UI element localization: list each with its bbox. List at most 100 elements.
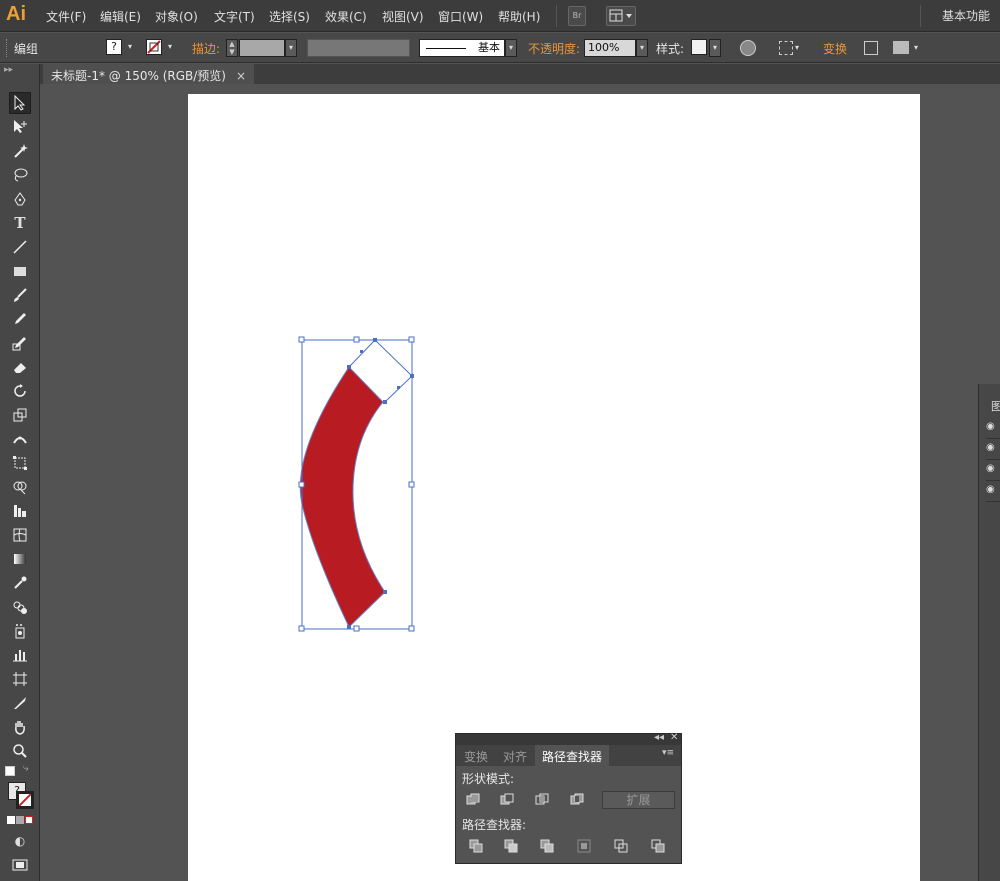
graphic-style-swatch[interactable]: [691, 39, 707, 55]
width-tool-icon[interactable]: [9, 428, 31, 450]
expand-button[interactable]: 扩展: [602, 791, 675, 809]
minus-front-icon[interactable]: [499, 792, 519, 810]
close-tab-icon[interactable]: ×: [236, 69, 246, 83]
merge-icon[interactable]: [539, 838, 559, 856]
stroke-weight-input[interactable]: [239, 39, 285, 57]
transform-label[interactable]: 变换: [823, 40, 847, 57]
stroke-weight-dropdown[interactable]: ▾: [285, 39, 297, 57]
menu-edit[interactable]: 编辑(E): [100, 8, 141, 25]
intersect-icon[interactable]: [534, 792, 554, 810]
visibility-eye-icon[interactable]: ◉: [986, 484, 1000, 502]
menu-object[interactable]: 对象(O): [155, 8, 198, 25]
unite-icon[interactable]: [465, 792, 485, 810]
color-mode-icon[interactable]: [7, 816, 15, 824]
divide-icon[interactable]: [468, 838, 488, 856]
paintbrush-tool-icon[interactable]: [9, 284, 31, 306]
workspace-switcher[interactable]: 基本功能: [942, 7, 990, 24]
panel-options-icon[interactable]: [893, 41, 909, 54]
direct-selection-tool-icon[interactable]: [9, 116, 31, 138]
menu-type[interactable]: 文字(T): [214, 8, 255, 25]
perspective-grid-tool-icon[interactable]: [9, 500, 31, 522]
blend-tool-icon[interactable]: [9, 596, 31, 618]
fill-dropdown-icon[interactable]: ▾: [124, 39, 136, 57]
draw-mode-icon[interactable]: ◐: [9, 830, 31, 852]
hand-tool-icon[interactable]: [9, 716, 31, 738]
minus-back-icon[interactable]: [650, 838, 670, 856]
exclude-icon[interactable]: [569, 792, 589, 810]
close-panel-icon[interactable]: ✕: [670, 732, 678, 743]
app-logo: Ai: [6, 3, 26, 25]
rotate-tool-icon[interactable]: [9, 380, 31, 402]
menu-effect[interactable]: 效果(C): [325, 8, 367, 25]
type-tool-icon[interactable]: T: [9, 212, 31, 234]
graphic-style-dropdown[interactable]: ▾: [709, 39, 721, 57]
menu-view[interactable]: 视图(V): [382, 8, 424, 25]
symbol-sprayer-tool-icon[interactable]: [9, 620, 31, 642]
visibility-eye-icon[interactable]: ◉: [986, 421, 1000, 439]
blob-brush-tool-icon[interactable]: [9, 332, 31, 354]
trim-icon[interactable]: [503, 838, 523, 856]
eyedropper-tool-icon[interactable]: [9, 572, 31, 594]
panel-header[interactable]: ◂◂ ✕: [456, 732, 681, 745]
gradient-mode-icon[interactable]: [16, 816, 24, 824]
menu-window[interactable]: 窗口(W): [438, 8, 483, 25]
tab-align[interactable]: 对齐: [503, 748, 527, 765]
red-arc-shape[interactable]: [299, 366, 386, 628]
align-selection-icon[interactable]: [779, 41, 793, 55]
screen-mode-icon[interactable]: [9, 854, 31, 876]
line-segment-tool-icon[interactable]: [9, 236, 31, 258]
stroke-label[interactable]: 描边:: [192, 40, 220, 57]
opacity-dropdown[interactable]: ▾: [636, 39, 648, 57]
mesh-tool-icon[interactable]: [9, 524, 31, 546]
scale-tool-icon[interactable]: [9, 404, 31, 426]
document-tab[interactable]: 未标题-1* @ 150% (RGB/预览) ×: [43, 64, 255, 84]
stroke-dropdown-icon[interactable]: ▾: [164, 39, 176, 57]
arrange-documents-button[interactable]: [606, 6, 636, 26]
bridge-button[interactable]: Br: [568, 6, 586, 26]
pen-tool-icon[interactable]: [9, 188, 31, 210]
brush-definition-dropdown[interactable]: ▾: [505, 39, 517, 57]
menu-select[interactable]: 选择(S): [269, 8, 310, 25]
tab-pathfinder[interactable]: 路径查找器: [535, 745, 610, 766]
panel-options-dropdown-icon[interactable]: ▾: [914, 43, 918, 52]
grip-handle[interactable]: [6, 39, 9, 57]
stroke-color-box[interactable]: [16, 791, 34, 809]
fill-swatch[interactable]: ?: [106, 39, 122, 55]
gradient-tool-icon[interactable]: [9, 548, 31, 570]
recolor-artwork-icon[interactable]: [740, 40, 756, 56]
stroke-weight-stepper[interactable]: ▲ ▼: [226, 39, 238, 57]
align-dropdown-icon[interactable]: ▾: [795, 43, 799, 52]
free-transform-tool-icon[interactable]: [9, 452, 31, 474]
swap-colors-icon[interactable]: ⤷: [23, 763, 29, 774]
isolate-group-icon[interactable]: [864, 41, 878, 55]
panel-menu-icon[interactable]: ▾≡: [662, 748, 674, 758]
lasso-tool-icon[interactable]: [9, 164, 31, 186]
stroke-swatch[interactable]: [146, 39, 162, 55]
crop-icon[interactable]: [576, 838, 596, 856]
none-mode-icon[interactable]: [25, 816, 33, 824]
collapse-panel-icon[interactable]: ◂◂: [654, 732, 664, 743]
slice-tool-icon[interactable]: [9, 692, 31, 714]
visibility-eye-icon[interactable]: ◉: [986, 442, 1000, 460]
eraser-tool-icon[interactable]: [9, 356, 31, 378]
outline-icon[interactable]: [613, 838, 633, 856]
tab-transform[interactable]: 变换: [464, 748, 488, 765]
magic-wand-tool-icon[interactable]: [9, 140, 31, 162]
menu-file[interactable]: 文件(F): [46, 8, 86, 25]
menu-help[interactable]: 帮助(H): [498, 8, 540, 25]
column-graph-tool-icon[interactable]: [9, 644, 31, 666]
default-colors-icon[interactable]: [5, 766, 15, 776]
opacity-input[interactable]: 100%: [584, 39, 636, 57]
variable-width-profile[interactable]: [307, 39, 410, 57]
artboard-tool-icon[interactable]: [9, 668, 31, 690]
pencil-tool-icon[interactable]: [9, 308, 31, 330]
visibility-eye-icon[interactable]: ◉: [986, 463, 1000, 481]
collapse-tools-icon[interactable]: ▸▸: [4, 65, 13, 75]
layers-panel-tab[interactable]: 图: [991, 398, 1000, 414]
selection-tool-icon[interactable]: [9, 92, 31, 114]
rectangle-tool-icon[interactable]: [9, 260, 31, 282]
opacity-label[interactable]: 不透明度:: [528, 40, 580, 57]
shape-builder-tool-icon[interactable]: [9, 476, 31, 498]
brush-definition[interactable]: 基本: [419, 39, 505, 57]
zoom-tool-icon[interactable]: [9, 740, 31, 762]
